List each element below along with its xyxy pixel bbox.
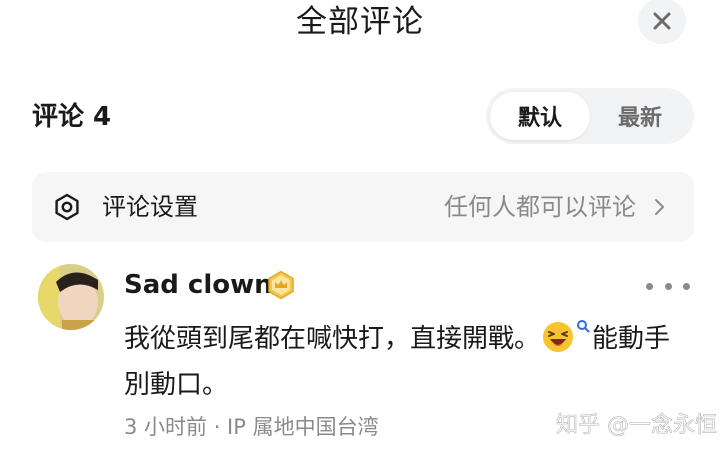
- comment-meta: 3 小时前 · IP 属地中国台湾: [124, 415, 379, 439]
- laughing-face-emoji-icon: [543, 322, 574, 352]
- comments-heading: 评论 4: [32, 102, 112, 132]
- comment-username[interactable]: Sad clown: [124, 266, 273, 304]
- sort-default-button[interactable]: 默认: [490, 92, 590, 140]
- watermark-text: 知乎 @一念永恒: [556, 413, 718, 439]
- chevron-right-icon: [655, 199, 664, 215]
- hexagon-settings-icon: [55, 193, 79, 221]
- settings-value: 任何人都可以评论: [444, 193, 636, 221]
- sort-toggle: 默认 最新: [486, 88, 694, 144]
- avatar-image: [38, 264, 104, 330]
- more-dot-icon: [683, 282, 690, 290]
- comment-settings-row[interactable]: 评论设置 任何人都可以评论: [32, 172, 694, 242]
- comment-text: 我從頭到尾都在喊快打，直接開戰。 能動手別動口。: [124, 316, 690, 408]
- close-button[interactable]: [638, 0, 686, 44]
- avatar[interactable]: [38, 264, 104, 330]
- more-dot-icon: [664, 282, 672, 290]
- comment-text-part: 我從頭到尾都在喊快打，直接開戰。: [124, 324, 541, 354]
- search-icon[interactable]: [576, 319, 590, 333]
- sort-newest-button[interactable]: 最新: [590, 92, 690, 140]
- more-options-button[interactable]: [646, 274, 690, 298]
- watermark: 知乎 @一念永恒: [556, 407, 718, 445]
- crown-badge-icon: [268, 270, 294, 300]
- page-title: 全部评论: [296, 4, 424, 40]
- more-dot-icon: [646, 282, 653, 290]
- settings-label: 评论设置: [102, 193, 198, 221]
- close-icon: [653, 12, 671, 30]
